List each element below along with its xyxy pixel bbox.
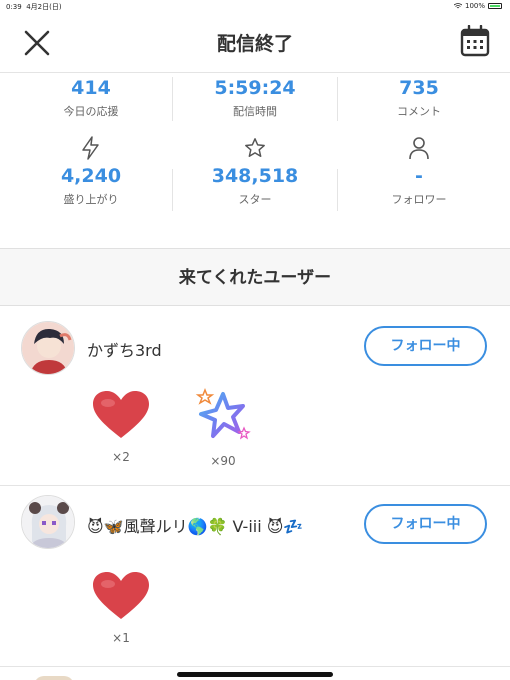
avatar[interactable] — [21, 495, 75, 549]
status-time-date: 0:39 4月2日(日) — [6, 2, 62, 12]
gift-count: ×2 — [112, 450, 130, 464]
stat-stars: 348,518 スター — [170, 135, 340, 207]
gift-item: ×1 — [86, 571, 156, 645]
follow-button[interactable]: フォロー中 — [364, 326, 487, 366]
next-avatar-peek — [34, 676, 74, 680]
person-icon — [409, 137, 429, 160]
user-name[interactable]: かずち3rd — [87, 337, 162, 361]
gift-item: ×2 — [86, 390, 156, 464]
battery-percent: 100% — [464, 2, 485, 10]
user-card: かずち3rd フォロー中 ×2 ×90 — [0, 306, 510, 486]
stat-support: 414 今日の応援 — [6, 77, 176, 119]
stat-value: 735 — [399, 77, 439, 99]
stat-label: 配信時間 — [233, 105, 277, 118]
avatar[interactable] — [21, 321, 75, 375]
stat-comments: 735 コメント — [334, 77, 504, 119]
calendar-icon — [460, 24, 490, 57]
section-title: 来てくれたユーザー — [178, 268, 332, 288]
stat-value: 414 — [71, 77, 111, 99]
stat-excitement: 4,240 盛り上がり — [6, 135, 176, 207]
stat-label: フォロワー — [391, 193, 447, 206]
gift-count: ×90 — [210, 454, 236, 468]
page-title: 配信終了 — [216, 33, 293, 55]
stat-value: 5:59:24 — [214, 77, 296, 99]
lightning-icon — [82, 136, 99, 160]
stat-value: - — [415, 165, 423, 187]
home-indicator[interactable] — [177, 672, 333, 677]
status-time: 0:39 — [6, 3, 22, 11]
stat-value: 4,240 — [60, 165, 122, 187]
avatar-image — [22, 496, 74, 548]
star-gift-icon — [195, 387, 251, 440]
stat-value: 348,518 — [211, 165, 299, 187]
section-header: 来てくれたユーザー — [0, 248, 510, 306]
status-date: 4月2日(日) — [26, 3, 62, 11]
stats-panel: 414 今日の応援 5:59:24 配信時間 735 コメント 4,240 盛り… — [0, 72, 510, 248]
user-card: 😈🦋風聲ルリ🌎🍀 V-iii 😈💤 フォロー中 ×1 — [0, 487, 510, 667]
calendar-button[interactable] — [460, 24, 490, 57]
heart-icon — [93, 391, 149, 438]
battery-icon — [488, 3, 502, 9]
avatar-image — [22, 322, 74, 374]
status-bar: 0:39 4月2日(日) 100% — [0, 0, 510, 12]
status-right: 100% — [453, 2, 502, 10]
stat-label: 盛り上がり — [63, 193, 119, 206]
user-name[interactable]: 😈🦋風聲ルリ🌎🍀 V-iii 😈💤 — [87, 513, 303, 537]
gift-count: ×1 — [112, 631, 130, 645]
follow-button[interactable]: フォロー中 — [364, 504, 487, 544]
stat-followers: - フォロワー — [334, 135, 504, 207]
stat-label: コメント — [397, 105, 441, 118]
wifi-icon — [453, 3, 462, 9]
header: 配信終了 — [0, 12, 510, 72]
stat-label: スター — [238, 193, 272, 206]
stat-label: 今日の応援 — [63, 105, 119, 118]
heart-icon — [93, 572, 149, 619]
stat-duration: 5:59:24 配信時間 — [170, 77, 340, 119]
gift-item: ×90 — [188, 386, 258, 468]
star-icon — [245, 138, 265, 157]
